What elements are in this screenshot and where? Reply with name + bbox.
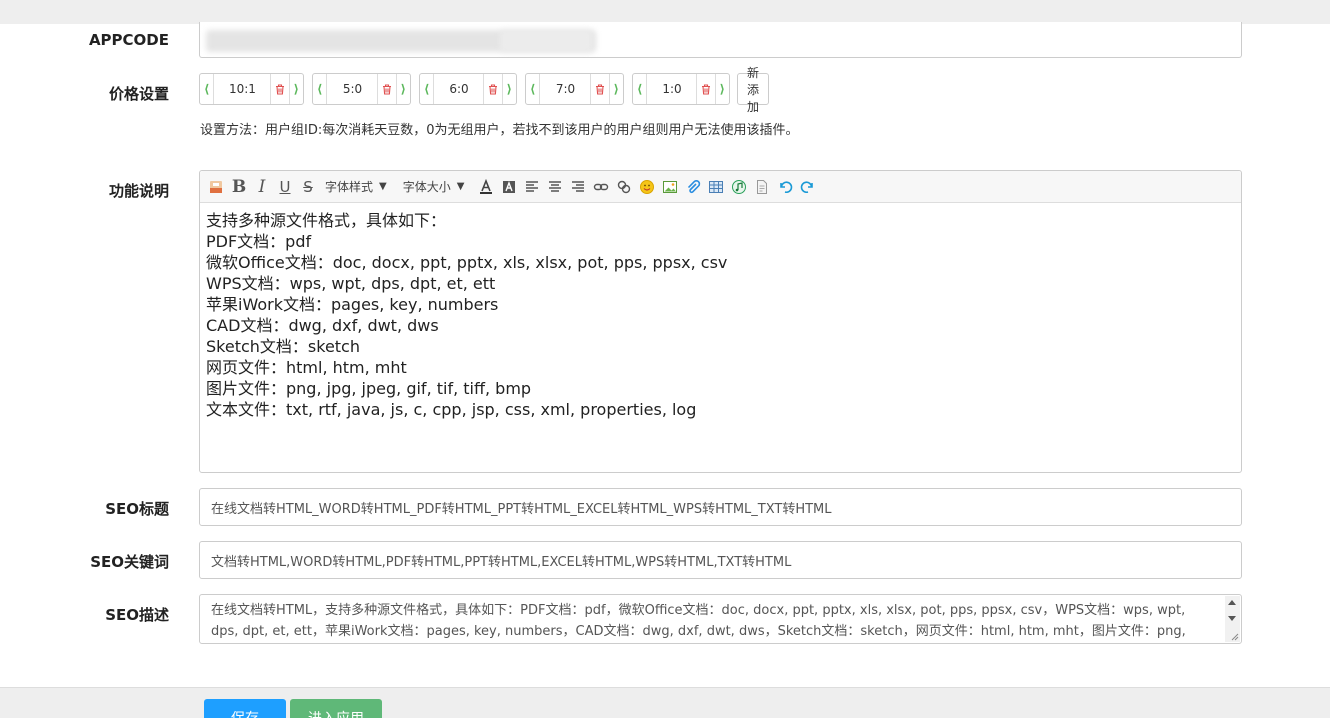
price-settings-label: 价格设置 [108, 85, 169, 103]
editor-line: 网页文件：html, htm, mht [206, 358, 407, 377]
seo-keywords-label: SEO关键词 [90, 553, 169, 571]
increase-arrow-icon[interactable]: ⟩ [714, 74, 729, 104]
bold-icon[interactable]: B [229, 176, 249, 198]
price-input[interactable] [214, 74, 271, 104]
table-icon[interactable] [706, 176, 726, 198]
enter-app-button[interactable]: 进入应用 [290, 699, 382, 718]
italic-icon[interactable]: I [252, 176, 272, 198]
editor-line: CAD文档：dwg, dxf, dwt, dws [206, 316, 439, 335]
decrease-arrow-icon[interactable]: ⟨ [200, 74, 215, 104]
price-item: ⟨ ⟩ [199, 73, 304, 105]
editor-line: WPS文档：wps, wpt, dps, dpt, et, ett [206, 274, 496, 293]
link-icon[interactable] [591, 176, 611, 198]
seo-title-label: SEO标题 [105, 500, 169, 518]
price-input[interactable] [434, 74, 484, 104]
editor-line: 支持多种源文件格式，具体如下： [206, 211, 447, 230]
price-help-text: 设置方法：用户组ID:每次消耗天豆数，0为无组用户，若找不到该用户的用户组则用户… [200, 123, 799, 138]
font-size-select[interactable]: 字体大小 ▼ [399, 176, 469, 198]
align-center-icon[interactable] [545, 176, 565, 198]
seo-keywords-input[interactable]: 文档转HTML,WORD转HTML,PDF转HTML,PPT转HTML,EXCE… [199, 541, 1242, 579]
price-item: ⟨ ⟩ [419, 73, 517, 105]
delete-icon[interactable] [377, 74, 395, 104]
increase-arrow-icon[interactable]: ⟩ [395, 74, 410, 104]
chevron-down-icon: ▼ [379, 181, 387, 192]
footer-bar [0, 687, 1330, 718]
seo-description-label: SEO描述 [105, 606, 169, 624]
add-price-button[interactable]: 新添加 [737, 66, 770, 114]
scroll-down-icon[interactable] [1228, 616, 1236, 621]
editor-line: 微软Office文档：doc, docx, ppt, pptx, xls, xl… [206, 253, 728, 272]
redo-icon[interactable] [798, 176, 818, 198]
price-input[interactable] [327, 74, 378, 104]
strikethrough-icon[interactable]: S [298, 176, 318, 198]
editor-line: 图片文件：png, jpg, jpeg, gif, tif, tiff, bmp [206, 379, 532, 398]
chevron-down-icon: ▼ [456, 181, 465, 192]
source-code-icon[interactable] [206, 176, 226, 198]
appcode-blurred-value-tail [500, 30, 592, 52]
align-right-icon[interactable] [568, 176, 588, 198]
save-button[interactable]: 保存 [204, 699, 286, 718]
editor-line: 文本文件：txt, rtf, java, js, c, cpp, jsp, cs… [206, 400, 697, 419]
font-size-select-label: 字体大小 [402, 180, 451, 194]
seo-description-textarea[interactable]: 在线文档转HTML，支持多种源文件格式，具体如下：PDF文档：pdf，微软Off… [199, 594, 1242, 644]
function-description-label: 功能说明 [108, 182, 169, 200]
editor-line: 苹果iWork文档：pages, key, numbers [206, 295, 499, 314]
font-style-select-label: 字体样式 [325, 180, 374, 194]
font-style-select[interactable]: 字体样式 ▼ [321, 176, 391, 198]
delete-icon[interactable] [590, 74, 608, 104]
font-color-icon[interactable] [476, 176, 496, 198]
seo-title-input[interactable]: 在线文档转HTML_WORD转HTML_PDF转HTML_PPT转HTML_EX… [199, 488, 1242, 526]
increase-arrow-icon[interactable]: ⟩ [501, 74, 516, 104]
appcode-label: APPCODE [88, 31, 169, 49]
resize-handle-icon[interactable] [1230, 632, 1239, 641]
increase-arrow-icon[interactable]: ⟩ [288, 74, 303, 104]
decrease-arrow-icon[interactable]: ⟨ [526, 74, 541, 104]
price-item: ⟨ ⟩ [632, 73, 730, 105]
image-icon[interactable] [660, 176, 680, 198]
align-left-icon[interactable] [522, 176, 542, 198]
emoticon-icon[interactable] [637, 176, 657, 198]
unlink-icon[interactable] [614, 176, 634, 198]
price-input[interactable] [540, 74, 591, 104]
appcode-input[interactable] [199, 22, 1242, 58]
delete-icon[interactable] [270, 74, 288, 104]
document-icon[interactable] [752, 176, 772, 198]
decrease-arrow-icon[interactable]: ⟨ [633, 74, 648, 104]
editor-line: Sketch文档：sketch [206, 337, 360, 356]
price-item: ⟨ ⟩ [525, 73, 624, 105]
decrease-arrow-icon[interactable]: ⟨ [313, 74, 328, 104]
background-color-icon[interactable] [499, 176, 519, 198]
price-item: ⟨ ⟩ [312, 73, 411, 105]
delete-icon[interactable] [696, 74, 714, 104]
delete-icon[interactable] [483, 74, 501, 104]
seo-description-text: 在线文档转HTML，支持多种源文件格式，具体如下：PDF文档：pdf，微软Off… [211, 603, 1186, 639]
editor-toolbar: B I U S 字体样式 ▼ 字体大小 ▼ [200, 171, 1241, 203]
price-input[interactable] [647, 74, 697, 104]
top-strip [0, 0, 1330, 24]
scroll-up-icon[interactable] [1228, 600, 1236, 605]
decrease-arrow-icon[interactable]: ⟨ [420, 74, 435, 104]
increase-arrow-icon[interactable]: ⟩ [608, 74, 623, 104]
editor-line: PDF文档：pdf [206, 232, 312, 251]
editor-content[interactable]: 支持多种源文件格式，具体如下： PDF文档：pdf 微软Office文档：doc… [200, 203, 1241, 427]
attachment-icon[interactable] [683, 176, 703, 198]
media-music-icon[interactable] [729, 176, 749, 198]
underline-icon[interactable]: U [275, 176, 295, 198]
undo-icon[interactable] [775, 176, 795, 198]
rich-text-editor: B I U S 字体样式 ▼ 字体大小 ▼ 支持多种源文件格式，具体如下： PD… [199, 170, 1242, 473]
